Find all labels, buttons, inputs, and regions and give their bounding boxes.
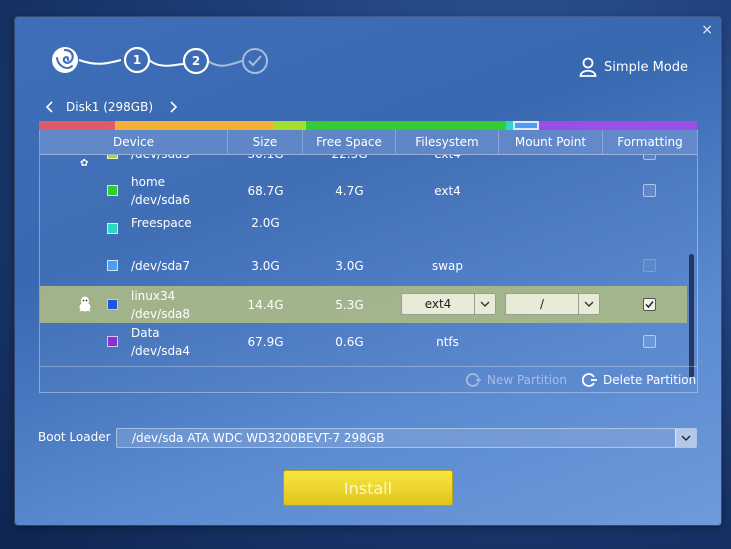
step-1-label: 1 (132, 53, 142, 67)
filesystem-value: ext4 (434, 183, 461, 198)
partition-label-group: linux34 /dev/sda8 (131, 286, 190, 323)
partition-table: Device Size Free Space Filesystem Mount … (39, 130, 698, 393)
chevron-down-icon[interactable] (474, 294, 495, 314)
size-value: 68.7G (247, 183, 284, 198)
free-space-value: 5.3G (335, 297, 364, 312)
column-filesystem: Filesystem (396, 130, 499, 154)
format-checkbox[interactable] (643, 259, 656, 272)
partition-color-swatch (107, 223, 118, 234)
user-icon (579, 57, 597, 77)
disk-bar-segment (539, 121, 697, 130)
partition-name: home (131, 174, 166, 189)
disk-navigator: Disk1 (298GB) (42, 100, 181, 114)
partition-label-group: Data /dev/sda4 (131, 323, 190, 360)
disk-bar-segment (512, 121, 540, 130)
format-checkbox[interactable] (643, 298, 656, 311)
table-row[interactable]: Freespace 2.0G (40, 210, 687, 247)
disk-bar-segment (305, 121, 507, 130)
device-path: /dev/sda5 (131, 155, 190, 172)
install-button[interactable]: Install (283, 470, 453, 506)
size-value: 14.4G (247, 297, 284, 312)
partition-color-swatch (107, 299, 118, 310)
device-path: /dev/sda4 (131, 343, 191, 358)
column-device: Device (40, 130, 228, 154)
mount-point-select[interactable]: / (505, 293, 600, 315)
partition-color-swatch (107, 336, 118, 347)
add-icon (465, 373, 481, 387)
disk-bar-segment (506, 121, 513, 130)
mount-point-select-value: / (539, 297, 545, 311)
table-scrollbar[interactable] (689, 254, 694, 379)
free-space-value: 4.7G (335, 183, 364, 198)
simple-mode-button[interactable]: Simple Mode (579, 57, 688, 77)
device-path: /dev/sda8 (131, 306, 191, 321)
boot-loader-value: /dev/sda ATA WDC WD3200BEVT-7 298GB (132, 431, 385, 445)
chevron-left-icon[interactable] (42, 100, 56, 114)
table-row[interactable]: Data /dev/sda4 67.9G 0.6G ntfs (40, 323, 687, 360)
check-icon (242, 48, 268, 74)
column-free-space: Free Space (303, 130, 396, 154)
gear-icon: ✿ (80, 158, 89, 169)
filesystem-value: ntfs (436, 334, 459, 349)
close-button[interactable]: × (701, 22, 713, 38)
format-checkbox[interactable] (643, 155, 656, 160)
partition-color-swatch (107, 155, 118, 159)
installer-window: × 1 2 Simple Mode Disk1 (298GB) Device S… (15, 17, 721, 525)
disk-bar-segment (114, 121, 273, 130)
partition-label-group: home /dev/sda6 (131, 172, 190, 209)
disk-bar-segment (39, 121, 115, 130)
logo-icon (52, 47, 78, 73)
new-partition-label: New Partition (487, 373, 567, 387)
filesystem-value: ext4 (396, 155, 499, 172)
table-row-selected[interactable]: linux34 /dev/sda8 14.4G 5.3G ext4 / (40, 286, 687, 323)
partition-actions: New Partition Delete Partition (40, 366, 697, 392)
check-icon (645, 301, 654, 309)
partition-rows: ✿ /dev/sda5 30.1G 22.5G ext4 home /dev/s… (40, 155, 697, 367)
table-row[interactable]: ✿ /dev/sda5 30.1G 22.5G ext4 (40, 155, 687, 172)
free-space-value: 0.6G (335, 334, 364, 349)
linux-penguin-icon (78, 296, 92, 316)
chevron-down-icon[interactable] (675, 429, 696, 447)
column-mount-point: Mount Point (499, 130, 603, 154)
column-formatting: Formatting (617, 135, 683, 149)
chevron-down-icon[interactable] (578, 294, 599, 314)
partition-name: linux34 (131, 288, 176, 303)
size-value: 3.0G (251, 258, 280, 273)
delete-icon (581, 373, 597, 387)
step-indicator: 1 2 (51, 44, 271, 76)
filesystem-select-value: ext4 (424, 297, 452, 311)
disk-usage-bar (39, 121, 697, 130)
filesystem-value: swap (431, 258, 464, 273)
boot-loader-label: Boot Loader (38, 430, 111, 444)
format-checkbox[interactable] (643, 335, 656, 348)
filesystem-select[interactable]: ext4 (401, 293, 496, 315)
size-value: 67.9G (247, 334, 284, 349)
size-value: 2.0G (251, 216, 280, 230)
table-header: Device Size Free Space Filesystem Mount … (40, 130, 697, 155)
partition-name: Data (131, 325, 160, 340)
step-2-label: 2 (191, 54, 201, 68)
boot-loader-select[interactable]: /dev/sda ATA WDC WD3200BEVT-7 298GB (116, 428, 697, 448)
size-value: 30.1G (228, 155, 303, 172)
simple-mode-label: Simple Mode (604, 59, 688, 75)
disk-bar-segment (272, 121, 306, 130)
column-size: Size (228, 130, 303, 154)
format-checkbox[interactable] (643, 184, 656, 197)
chevron-right-icon[interactable] (167, 100, 181, 114)
partition-color-swatch (107, 185, 118, 196)
table-row[interactable]: /dev/sda7 3.0G 3.0G swap (40, 247, 687, 284)
device-path: /dev/sda6 (131, 192, 191, 207)
partition-name: Freespace (131, 216, 192, 230)
delete-partition-label: Delete Partition (603, 373, 697, 387)
device-path: /dev/sda7 (131, 258, 191, 273)
table-row[interactable]: home /dev/sda6 68.7G 4.7G ext4 (40, 172, 687, 209)
disk-title: Disk1 (298GB) (66, 100, 154, 114)
delete-partition-button[interactable]: Delete Partition (581, 372, 696, 388)
partition-color-swatch (107, 260, 118, 271)
free-space-value: 22.5G (303, 155, 396, 172)
free-space-value: 3.0G (335, 258, 364, 273)
new-partition-button[interactable]: New Partition (465, 372, 567, 388)
